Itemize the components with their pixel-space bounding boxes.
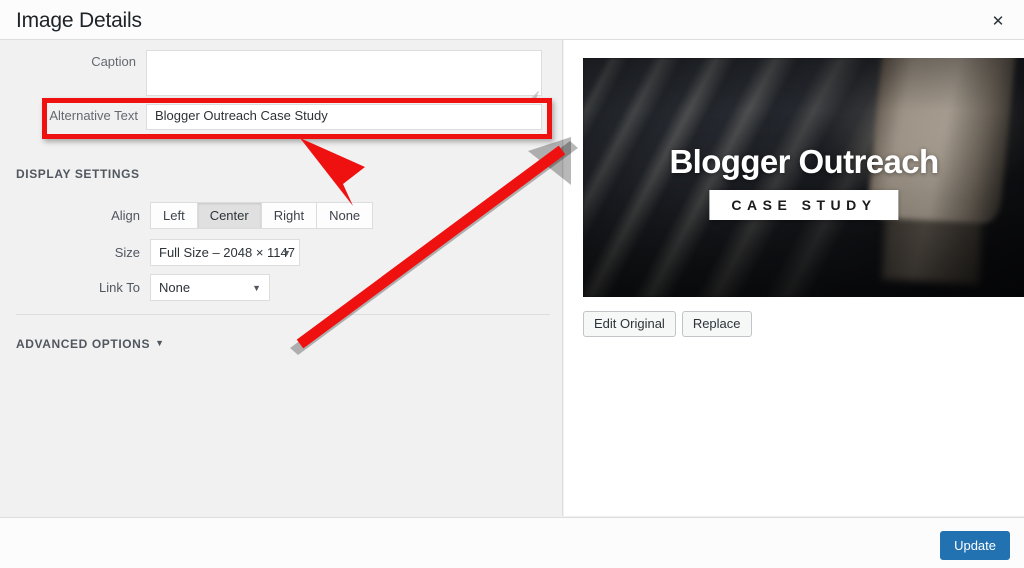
- caption-field-row: Caption: [16, 50, 542, 100]
- advanced-options-toggle[interactable]: ADVANCED OPTIONS ▼: [16, 337, 165, 351]
- display-settings-heading: DISPLAY SETTINGS: [16, 167, 140, 181]
- align-option-center[interactable]: Center: [197, 202, 262, 229]
- chevron-down-icon: ▼: [252, 282, 261, 293]
- edit-original-button[interactable]: Edit Original: [583, 311, 676, 337]
- caption-input[interactable]: [146, 50, 542, 100]
- align-label: Align: [111, 208, 140, 223]
- advanced-options-label: ADVANCED OPTIONS: [16, 337, 151, 351]
- align-option-left[interactable]: Left: [150, 202, 198, 229]
- preview-overlay-title: Blogger Outreach: [669, 143, 939, 180]
- image-details-modal: Image Details ✕ Caption Alternative Text…: [0, 0, 1024, 568]
- chevron-down-icon: ▼: [282, 247, 291, 258]
- align-setting-row: Align Left Center Right None: [16, 202, 374, 229]
- section-divider: [16, 314, 550, 315]
- size-setting-row: Size Full Size – 2048 × 1147 ▼: [16, 239, 300, 266]
- page-title: Image Details: [16, 9, 142, 32]
- chevron-down-icon: ▼: [155, 338, 165, 348]
- close-icon[interactable]: ✕: [986, 9, 1010, 33]
- image-action-buttons: Edit Original Replace: [583, 311, 752, 337]
- link-to-selected-value: None: [159, 280, 191, 295]
- preview-overlay-badge: CASE STUDY: [709, 190, 899, 220]
- update-button[interactable]: Update: [940, 531, 1010, 560]
- alt-text-field-row: Alternative Text Blogger Outreach Case S…: [16, 104, 542, 130]
- alt-text-label: Alternative Text: [49, 108, 138, 123]
- size-selected-value: Full Size – 2048 × 1147: [159, 245, 295, 260]
- replace-button[interactable]: Replace: [681, 311, 752, 337]
- align-option-right[interactable]: Right: [261, 202, 318, 229]
- alt-text-input[interactable]: Blogger Outreach Case Study: [146, 104, 542, 130]
- link-to-label: Link To: [99, 280, 140, 295]
- align-option-none[interactable]: None: [317, 202, 374, 229]
- modal-header: Image Details ✕: [0, 0, 1024, 40]
- link-to-setting-row: Link To None ▼: [16, 274, 270, 301]
- caption-label: Caption: [91, 54, 136, 69]
- modal-footer: Update: [0, 517, 1024, 568]
- size-select[interactable]: Full Size – 2048 × 1147 ▼: [150, 239, 300, 266]
- size-label: Size: [114, 245, 140, 260]
- resize-handle-icon[interactable]: [525, 80, 539, 100]
- link-to-select[interactable]: None ▼: [150, 274, 270, 301]
- image-preview[interactable]: Blogger Outreach CASE STUDY: [583, 58, 1024, 297]
- align-button-group: Left Center Right None: [150, 202, 374, 229]
